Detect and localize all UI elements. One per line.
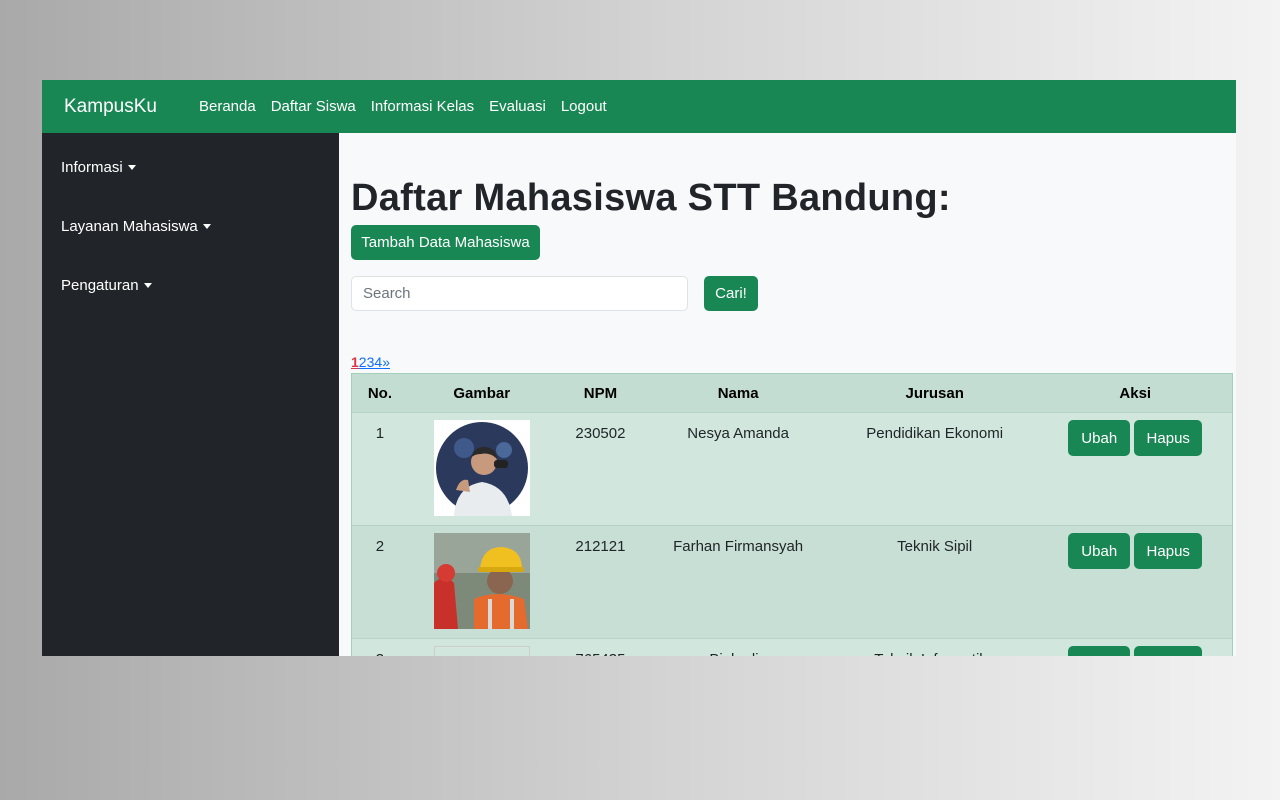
column-header-gambar: Gambar xyxy=(453,384,511,402)
sidebar: Informasi Layanan Mahasiswa Pengaturan xyxy=(42,133,339,656)
action-cell: Ubah Hapus xyxy=(1038,413,1232,525)
sidebar-dropdown-layanan-mahasiswa[interactable]: Layanan Mahasiswa xyxy=(61,218,211,235)
action-cell: Ubah Hapus xyxy=(1038,526,1232,638)
nav-link-informasi-kelas[interactable]: Informasi Kelas xyxy=(371,98,474,115)
student-portrait-image xyxy=(433,420,530,516)
page-link-2[interactable]: 2 xyxy=(359,354,367,370)
search-input[interactable] xyxy=(351,276,688,311)
major-cell: Pendidikan Ekonomi xyxy=(866,425,1004,442)
name-cell: Farhan Firmansyah xyxy=(673,538,804,555)
nav-link-beranda[interactable]: Beranda xyxy=(199,98,256,115)
row-number: 2 xyxy=(375,538,385,555)
delete-button[interactable]: Hapus xyxy=(1134,646,1203,656)
construction-worker-image xyxy=(433,533,530,629)
caret-down-icon xyxy=(143,283,152,288)
name-cell: Bigkudin xyxy=(645,639,831,656)
broken-image-icon xyxy=(433,646,530,656)
brand-logo[interactable]: KampusKu xyxy=(64,96,199,118)
page-title: Daftar Mahasiswa STT Bandung: xyxy=(351,177,951,219)
edit-button[interactable]: Ubah xyxy=(1068,533,1131,569)
main-content: Daftar Mahasiswa STT Bandung: Tambah Dat… xyxy=(339,133,1236,656)
column-header-aksi: Aksi xyxy=(1119,384,1152,402)
sidebar-item-label: Pengaturan xyxy=(61,277,139,294)
table-row: 3 765435 Bigkudin Teknik Informatika Uba… xyxy=(352,638,1232,656)
column-header-npm: NPM xyxy=(583,384,618,402)
npm-cell: 230502 xyxy=(575,425,626,442)
delete-button[interactable]: Hapus xyxy=(1134,420,1203,456)
add-student-button[interactable]: Tambah Data Mahasiswa xyxy=(351,225,540,260)
name-cell: Nesya Amanda xyxy=(687,425,789,442)
student-photo-cell xyxy=(408,413,556,525)
column-header-nama: Nama xyxy=(717,384,759,402)
column-header-jurusan: Jurusan xyxy=(905,384,964,402)
row-number: 1 xyxy=(375,425,385,442)
sidebar-dropdown-pengaturan[interactable]: Pengaturan xyxy=(61,277,152,294)
npm-cell: 212121 xyxy=(575,538,626,555)
sidebar-dropdown-informasi[interactable]: Informasi xyxy=(61,159,136,176)
student-photo xyxy=(433,533,530,629)
major-cell: Teknik Informatika xyxy=(831,639,1039,656)
student-photo-cell xyxy=(408,526,556,638)
table-row: 1 230502 Nesya Amanda Pendidikan Ekonomi… xyxy=(352,412,1232,525)
caret-down-icon xyxy=(127,165,136,170)
search-button[interactable]: Cari! xyxy=(704,276,758,311)
browser-viewport: KampusKu Beranda Daftar Siswa Informasi … xyxy=(42,80,1236,656)
nav-link-daftar-siswa[interactable]: Daftar Siswa xyxy=(271,98,356,115)
sidebar-item-label: Layanan Mahasiswa xyxy=(61,218,198,235)
page-link-1[interactable]: 1 xyxy=(351,354,359,370)
column-header-no: No. xyxy=(367,384,393,402)
edit-button[interactable]: Ubah xyxy=(1068,420,1131,456)
page-link-next[interactable]: » xyxy=(382,354,390,370)
edit-button[interactable]: Ubah xyxy=(1068,646,1131,656)
students-table: No. Gambar NPM Nama Jurusan Aksi 1 23050… xyxy=(351,373,1233,656)
caret-down-icon xyxy=(202,224,211,229)
student-photo-cell xyxy=(408,639,556,656)
student-photo xyxy=(433,420,530,516)
sidebar-item-label: Informasi xyxy=(61,159,123,176)
nav-link-logout[interactable]: Logout xyxy=(561,98,607,115)
action-cell: Ubah Hapus xyxy=(1038,639,1232,656)
pagination: 1234» xyxy=(351,354,390,370)
major-cell: Teknik Sipil xyxy=(897,538,973,555)
row-number: 3 xyxy=(352,639,408,656)
table-row: 2 212121 Farhan Firmansyah Teknik Sipil … xyxy=(352,525,1232,638)
nav-link-evaluasi[interactable]: Evaluasi xyxy=(489,98,546,115)
top-navbar: KampusKu Beranda Daftar Siswa Informasi … xyxy=(42,80,1236,133)
npm-cell: 765435 xyxy=(556,639,646,656)
delete-button[interactable]: Hapus xyxy=(1134,533,1203,569)
table-header-row: No. Gambar NPM Nama Jurusan Aksi xyxy=(352,374,1232,412)
